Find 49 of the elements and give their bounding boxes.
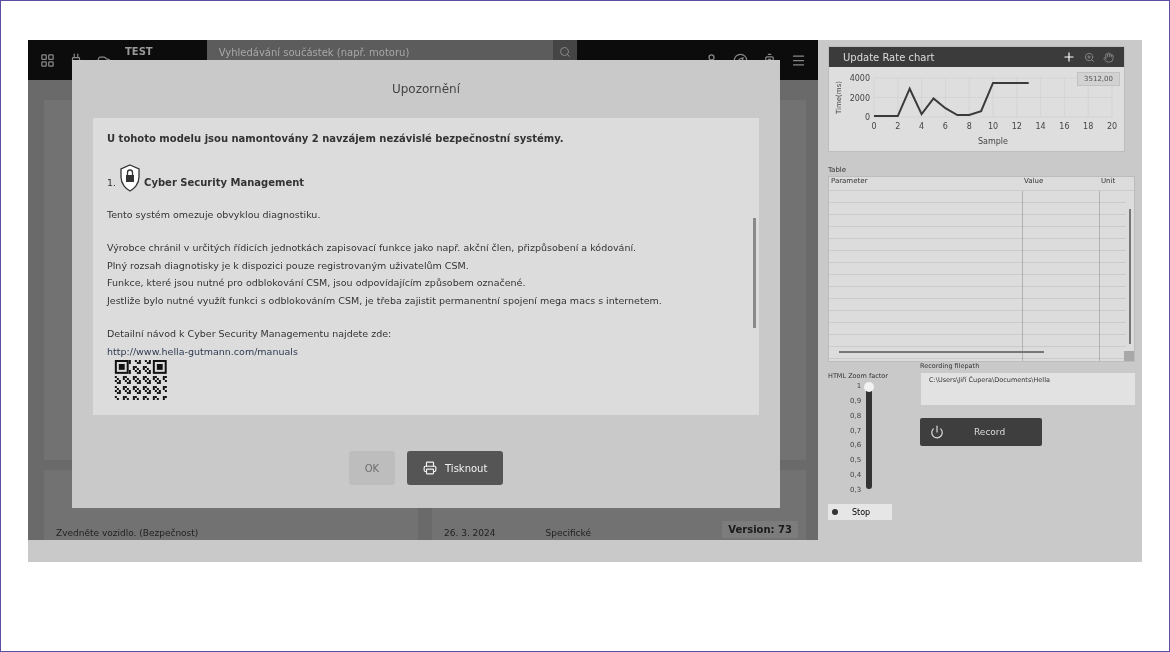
grid-icon[interactable] [40, 52, 55, 68]
body-text: Výrobce chránil v určitých řídicích jednotkách zapisovací funkce jako např. akční člen, přizpůsobení a kódování. [107, 241, 637, 255]
printer-icon [423, 461, 438, 475]
x-tick-label: 14 [1035, 122, 1046, 131]
zoom-icon[interactable] [1084, 51, 1095, 63]
body-text: Plný rozsah diagnotisky je k dispozici pouze registrovaným uživatelům CSM. [107, 258, 469, 273]
procedure-text: Zvedněte vozidlo. (Bezpečnost) [56, 528, 199, 538]
chart-title: Update Rate chart [843, 51, 936, 63]
scrollbar-thumb[interactable] [753, 218, 756, 328]
menu-icon[interactable] [791, 52, 806, 68]
hand-icon[interactable] [1103, 51, 1114, 63]
x-tick-label: 0 [871, 122, 877, 131]
y-tick-label: 4000 [849, 74, 870, 83]
print-button[interactable]: Tisknout [407, 451, 504, 485]
body-text: Detailní návod k Cyber Security Managementu najdete zde: [107, 327, 392, 341]
x-tick-label: 2 [895, 122, 901, 131]
body-text: Jestliže bylo nutné využít funkci s odblokováním CSM, je třeba zajistit permanentní spojení mega macs s internetem. [107, 293, 662, 308]
y-tick-label: 0 [864, 113, 870, 122]
section-number: 1. [107, 176, 117, 190]
dialog-title: Upozornění [391, 82, 460, 96]
x-tick-label: 20 [1106, 122, 1118, 131]
x-tick-label: 18 [1083, 122, 1094, 131]
y-tick-label: 2000 [849, 93, 870, 103]
body-text: Tento systém omezuje obvyklou diagnostiku. [107, 207, 321, 222]
vehicle-title: TEST [125, 46, 153, 57]
type-text: Specifické [545, 528, 591, 538]
zoom-slider-thumb[interactable] [864, 382, 875, 392]
x-tick-label: 16 [1059, 122, 1070, 131]
x-tick-label: 8 [966, 122, 972, 131]
date-text: 26. 3. 2024 [444, 528, 496, 538]
stop-button[interactable]: Stop [828, 504, 892, 520]
plus-icon[interactable] [1062, 50, 1076, 64]
record-button[interactable]: Record [920, 418, 1042, 446]
horizontal-scrollbar[interactable] [839, 351, 1044, 353]
manuals-link[interactable]: http://www.hella-gutmann.com/manuals [107, 342, 298, 360]
intro-text: U tohoto modelu jsou namontovány 2 navzájem nezávislé bezpečnostní systémy. [107, 132, 565, 146]
x-tick-label: 6 [942, 122, 948, 131]
search-icon[interactable] [558, 46, 571, 58]
vertical-scrollbar[interactable] [1129, 209, 1131, 344]
body-text: Funkce, které jsou nutné pro odblokování CSM, jsou odpovídajícím způsobem označené. [107, 276, 526, 290]
section-heading: Cyber Security Management [144, 176, 305, 190]
x-tick-label: 10 [987, 122, 999, 131]
power-icon [930, 425, 944, 439]
shield-lock-icon [120, 163, 141, 192]
x-tick-label: 12 [1011, 122, 1022, 131]
version-label: Version: 73 [722, 521, 798, 538]
x-axis-label: Sample [978, 137, 1008, 146]
x-tick-label: 4 [919, 122, 925, 131]
scroll-corner [1124, 351, 1134, 361]
